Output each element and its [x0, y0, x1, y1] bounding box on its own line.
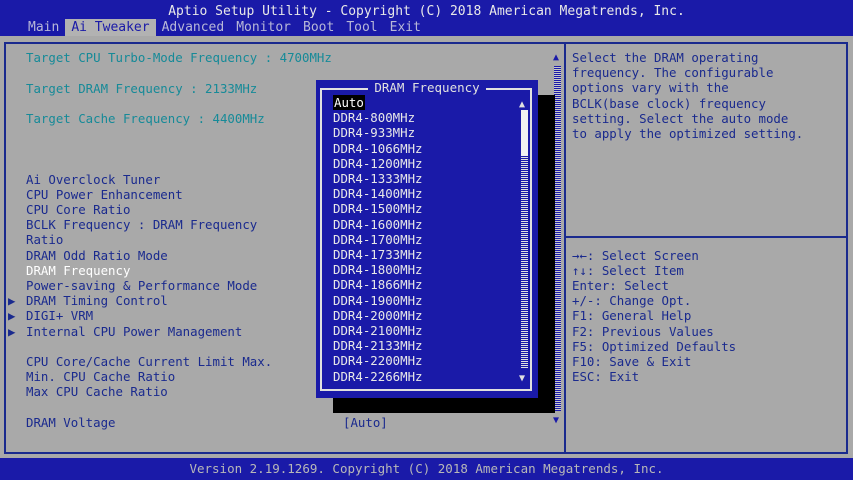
submenu-dram-timing-control[interactable]: DRAM Timing Control — [26, 293, 168, 308]
popup-option[interactable]: DDR4-2266MHz — [333, 369, 423, 384]
help-divider — [566, 236, 848, 238]
tab-bar: Main Ai Tweaker Advanced Monitor Boot To… — [22, 19, 427, 36]
submenu-internal-cpu-power[interactable]: Internal CPU Power Management — [26, 324, 242, 339]
popup-option[interactable]: DDR4-1700MHz — [333, 232, 423, 247]
info-target-cpu-turbo: Target CPU Turbo-Mode Frequency : 4700MH… — [26, 50, 332, 65]
info-target-dram-frequency: Target DRAM Frequency : 2133MHz — [26, 81, 258, 96]
key-help-optimized-defaults: F5: Optimized Defaults — [572, 339, 737, 354]
popup-option[interactable]: DDR4-1900MHz — [333, 293, 423, 308]
help-text-line: frequency. The configurable — [572, 65, 774, 80]
dram-frequency-popup: DRAM Frequency Auto DDR4-800MHz DDR4-933… — [316, 80, 538, 398]
footer-version: Version 2.19.1269. Copyright (C) 2018 Am… — [189, 461, 664, 476]
info-target-cache-frequency: Target Cache Frequency : 4400MHz — [26, 111, 265, 126]
help-text-line: to apply the optimized setting. — [572, 126, 804, 141]
submenu-triangle-icon: ▶ — [8, 324, 16, 339]
popup-option[interactable]: DDR4-2100MHz — [333, 323, 423, 338]
popup-option[interactable]: DDR4-1066MHz — [333, 141, 423, 156]
tab-advanced[interactable]: Advanced — [156, 19, 231, 36]
setting-cpu-power-enhancement[interactable]: CPU Power Enhancement — [26, 187, 183, 202]
key-help-select-item: ↑↓: Select Item — [572, 263, 684, 278]
app-title: Aptio Setup Utility - Copyright (C) 2018… — [168, 4, 685, 19]
setting-dram-frequency[interactable]: DRAM Frequency — [26, 263, 130, 278]
popup-option-selected[interactable]: Auto — [333, 95, 365, 111]
popup-option[interactable]: DDR4-1500MHz — [333, 201, 423, 216]
popup-option[interactable]: DDR4-1866MHz — [333, 277, 423, 292]
setting-cpu-cache-current-limit[interactable]: CPU Core/Cache Current Limit Max. — [26, 354, 272, 369]
key-help-save-exit: F10: Save & Exit — [572, 354, 692, 369]
help-text-line: Select the DRAM operating — [572, 50, 759, 65]
submenu-triangle-icon: ▶ — [8, 293, 16, 308]
popup-option[interactable]: DDR4-1333MHz — [333, 171, 423, 186]
popup-option[interactable]: DDR4-1400MHz — [333, 186, 423, 201]
help-text-line: options vary with the — [572, 80, 729, 95]
popup-option[interactable]: DDR4-1600MHz — [333, 217, 423, 232]
setting-cpu-core-ratio[interactable]: CPU Core Ratio — [26, 202, 130, 217]
popup-option[interactable]: DDR4-1733MHz — [333, 247, 423, 262]
setting-ai-overclock-tuner[interactable]: Ai Overclock Tuner — [26, 172, 160, 187]
key-help-enter: Enter: Select — [572, 278, 669, 293]
submenu-triangle-icon: ▶ — [8, 308, 16, 323]
popup-option[interactable]: DDR4-2133MHz — [333, 338, 423, 353]
tab-ai-tweaker[interactable]: Ai Tweaker — [65, 19, 156, 36]
tab-boot[interactable]: Boot — [297, 19, 340, 36]
help-text-line: BCLK(base clock) frequency — [572, 96, 766, 111]
setting-power-saving-mode[interactable]: Power-saving & Performance Mode — [26, 278, 257, 293]
help-text-line: setting. Select the auto mode — [572, 111, 789, 126]
key-help-change-opt: +/-: Change Opt. — [572, 293, 692, 308]
tab-exit[interactable]: Exit — [384, 19, 427, 36]
arrow-down-icon[interactable]: ▼ — [553, 413, 559, 428]
tab-monitor[interactable]: Monitor — [230, 19, 297, 36]
key-help-previous-values: F2: Previous Values — [572, 324, 714, 339]
popup-option[interactable]: DDR4-1200MHz — [333, 156, 423, 171]
setting-bclk-dram-ratio[interactable]: BCLK Frequency : DRAM Frequency — [26, 217, 257, 232]
key-help-select-screen: →←: Select Screen — [572, 248, 699, 263]
title-bar: Aptio Setup Utility - Copyright (C) 2018… — [0, 0, 853, 36]
setting-min-cpu-cache-ratio[interactable]: Min. CPU Cache Ratio — [26, 369, 175, 384]
setting-dram-odd-ratio[interactable]: DRAM Odd Ratio Mode — [26, 248, 168, 263]
popup-title: DRAM Frequency — [316, 80, 538, 95]
setting-dram-voltage-value[interactable]: [Auto] — [343, 415, 388, 430]
tab-main[interactable]: Main — [22, 19, 65, 36]
arrow-up-icon[interactable]: ▲ — [553, 50, 559, 65]
arrow-down-icon[interactable]: ▼ — [519, 371, 525, 386]
tab-tool[interactable]: Tool — [340, 19, 383, 36]
popup-option[interactable]: DDR4-933MHz — [333, 125, 415, 140]
setting-bclk-dram-ratio-cont[interactable]: Ratio — [26, 232, 63, 247]
popup-option[interactable]: DDR4-800MHz — [333, 110, 415, 125]
popup-scrollbar-thumb[interactable] — [521, 110, 528, 156]
setting-dram-voltage[interactable]: DRAM Voltage — [26, 415, 116, 430]
popup-option[interactable]: DDR4-1800MHz — [333, 262, 423, 277]
popup-option[interactable]: DDR4-2000MHz — [333, 308, 423, 323]
submenu-digi-vrm[interactable]: DIGI+ VRM — [26, 308, 93, 323]
popup-title-text: DRAM Frequency — [368, 80, 486, 95]
key-help-general-help: F1: General Help — [572, 308, 692, 323]
key-help-esc-exit: ESC: Exit — [572, 369, 640, 384]
setting-max-cpu-cache-ratio[interactable]: Max CPU Cache Ratio — [26, 384, 168, 399]
popup-option[interactable]: DDR4-2200MHz — [333, 353, 423, 368]
main-scrollbar[interactable] — [554, 66, 561, 411]
footer-bar: Version 2.19.1269. Copyright (C) 2018 Am… — [0, 458, 853, 480]
